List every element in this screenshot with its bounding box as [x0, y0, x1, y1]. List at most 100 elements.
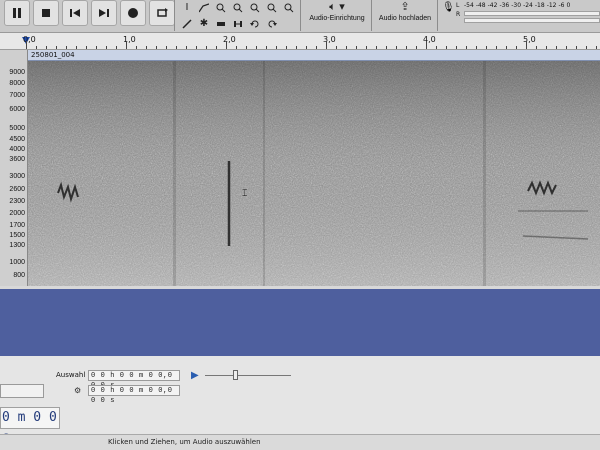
ruler-tick: [136, 46, 137, 49]
meter-scale-label: -48: [475, 2, 486, 9]
link-icon: ⚙: [74, 386, 82, 395]
zoom-toggle-icon: [284, 3, 294, 12]
ruler-tick: [406, 46, 407, 49]
stop-icon: [42, 9, 50, 17]
empty-track-area[interactable]: [0, 286, 600, 356]
recording-meter[interactable]: 🎙︎ L R -54 -48 -42 -36 -30 -24 -18 -12 -6 0: [440, 0, 600, 30]
ruler-tick-label: 4,0: [423, 35, 436, 44]
trim-button[interactable]: [213, 16, 229, 31]
tools-toolbar: I ✱: [177, 0, 299, 31]
draw-tool-button[interactable]: [179, 16, 195, 31]
ruler-tick: [356, 46, 357, 49]
pause-button[interactable]: [4, 0, 30, 26]
meter-channel-right: R: [456, 11, 461, 18]
undo-icon: [250, 20, 259, 27]
frequency-label: 2600: [9, 186, 25, 193]
upload-audio-button[interactable]: ⇪ Audio hochladen: [374, 0, 436, 30]
frequency-label: 3600: [9, 156, 25, 163]
track-control-panel[interactable]: 9000 8000 7000 6000 5000 4500 4000 3600 3000 2600…: [0, 50, 28, 286]
record-icon: [128, 8, 138, 18]
trim-icon: [217, 21, 225, 26]
ruler-tick: [286, 46, 287, 49]
ruler-tick: [376, 46, 377, 49]
audio-setup-button[interactable]: 🔈︎ ▾ Audio-Einrichtung: [303, 0, 371, 30]
selection-start-field[interactable]: 0 0 h 0 0 m 0 0,0 0 0 s: [88, 370, 180, 390]
record-button[interactable]: [120, 0, 146, 26]
ruler-tick: [316, 46, 317, 49]
play-at-speed-icon[interactable]: ▶: [191, 370, 199, 381]
ruler-tick: [206, 46, 207, 49]
frequency-label: 4500: [9, 136, 25, 143]
transport-toolbar: [0, 0, 175, 30]
envelope-tool-button[interactable]: [196, 0, 212, 15]
ruler-tick: [566, 46, 567, 49]
loop-button[interactable]: [149, 0, 175, 26]
zoom-out-button[interactable]: [230, 0, 246, 15]
redo-icon: [268, 20, 277, 27]
playback-speed-slider[interactable]: [205, 369, 291, 380]
frequency-label: 2300: [9, 198, 25, 205]
main-toolbar: I ✱ 🔈︎ ▾ Audio-Einrichtung ⇪ Audio hochl…: [0, 0, 600, 33]
ruler-tick: [336, 46, 337, 49]
fit-selection-button[interactable]: [247, 0, 263, 15]
timeline-ruler[interactable]: 0,0 1,0 2,0 3,0 4,0 5,0: [0, 33, 600, 50]
ruler-tick: [436, 46, 437, 49]
redo-button[interactable]: [264, 16, 280, 31]
selection-label: Auswahl: [56, 371, 86, 379]
clip-title[interactable]: 250801_004: [28, 50, 600, 61]
silence-button[interactable]: [230, 16, 246, 31]
zoom-selection-icon: [250, 3, 260, 12]
ruler-tick: [516, 46, 517, 49]
ruler-tick: [446, 46, 447, 49]
meter-scale-label: -18: [534, 2, 545, 9]
ruler-tick: [236, 46, 237, 49]
multi-tool-button[interactable]: ✱: [196, 16, 212, 31]
toolbar-separator: [437, 0, 438, 31]
ruler-tick: [26, 41, 27, 49]
frequency-label: 8000: [9, 80, 25, 87]
fit-project-button[interactable]: [264, 0, 280, 15]
ruler-tick: [36, 46, 37, 49]
zoom-in-button[interactable]: [213, 0, 229, 15]
frequency-label: 3000: [9, 173, 25, 180]
skip-start-icon: [70, 9, 80, 17]
meter-scale-label: -12: [546, 2, 557, 9]
zoom-fit-icon: [267, 3, 277, 12]
frequency-label: 9000: [9, 69, 25, 76]
snap-dropdown[interactable]: [0, 384, 44, 398]
ruler-tick: [276, 46, 277, 49]
meter-bar-left: [464, 11, 600, 16]
selection-toolbar: Auswahl 0 0 h 0 0 m 0 0,0 0 0 s ⚙ 0 0 h …: [0, 356, 600, 450]
stop-button[interactable]: [33, 0, 59, 26]
zoom-toggle-button[interactable]: [281, 0, 297, 15]
spectrogram-view[interactable]: ⌶: [28, 61, 600, 286]
selection-tool-button[interactable]: I: [179, 0, 195, 15]
ruler-tick: [416, 46, 417, 49]
ruler-tick: [196, 46, 197, 49]
ruler-tick: [466, 46, 467, 49]
microphone-icon: 🎙︎: [442, 2, 455, 13]
meter-channel-left: L: [456, 2, 460, 9]
toolbar-separator: [300, 0, 301, 31]
skip-end-button[interactable]: [91, 0, 117, 26]
loop-icon: [157, 8, 168, 17]
skip-start-button[interactable]: [62, 0, 88, 26]
pause-icon: [13, 8, 21, 18]
undo-button[interactable]: [247, 16, 263, 31]
ruler-tick: [46, 46, 47, 49]
ruler-tick: [506, 46, 507, 49]
ruler-tick: [296, 46, 297, 49]
silence-icon: [234, 20, 242, 27]
ruler-tick: [96, 46, 97, 49]
toolbar-separator: [371, 0, 372, 31]
zoom-in-icon: [216, 3, 226, 12]
svg-text:⌶: ⌶: [242, 189, 247, 199]
time-display[interactable]: 0 m 0 0 s: [0, 407, 60, 445]
frequency-label: 1300: [9, 242, 25, 249]
slider-thumb[interactable]: [233, 370, 238, 380]
selection-end-field[interactable]: 0 0 h 0 0 m 0 0,0 0 0 s: [88, 385, 180, 405]
ruler-tick: [596, 46, 597, 49]
ruler-tick: [66, 46, 67, 49]
ruler-tick: [166, 46, 167, 49]
meter-scale-label: -36: [499, 2, 510, 9]
